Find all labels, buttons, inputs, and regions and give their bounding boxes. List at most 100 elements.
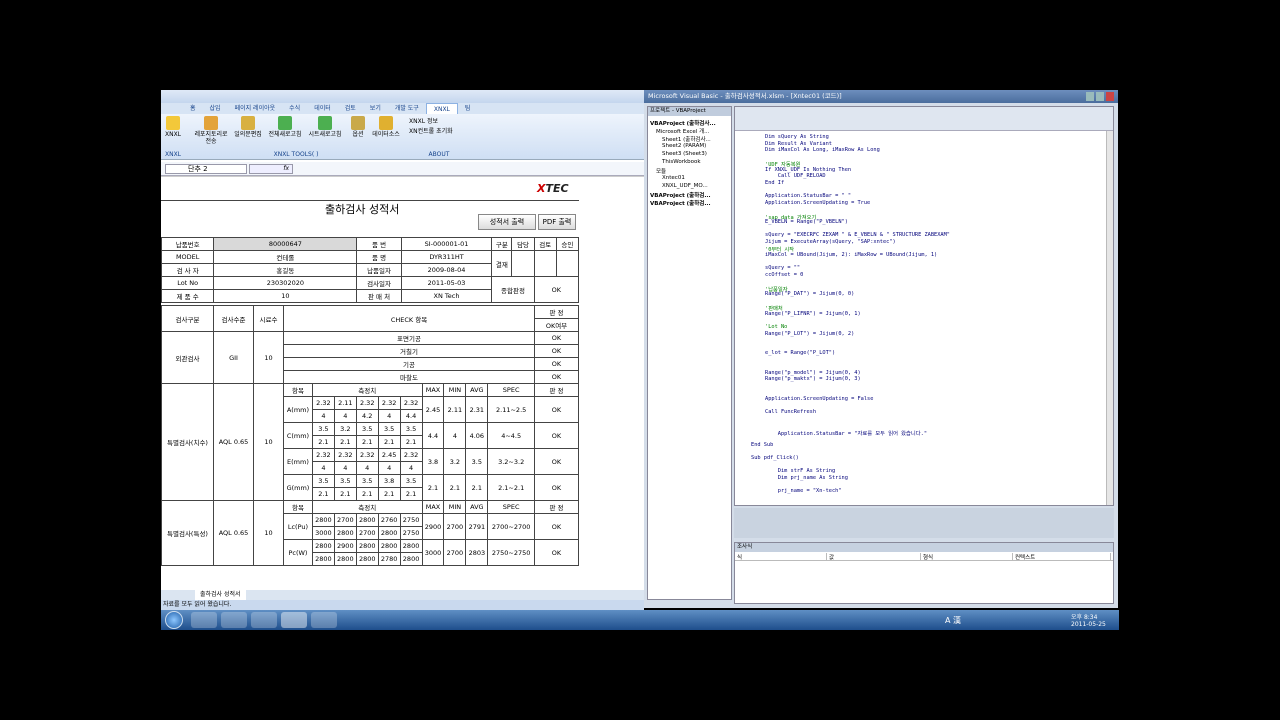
value: DYR311HT xyxy=(400,250,493,264)
result: OK xyxy=(534,370,579,384)
messenger-icon[interactable] xyxy=(191,612,217,628)
tab-page-layout[interactable]: 페이지 레이아웃 xyxy=(228,103,283,114)
close-icon[interactable] xyxy=(1106,92,1114,101)
label: 제 품 수 xyxy=(160,289,215,303)
name-box[interactable]: 단추 2 xyxy=(165,164,247,174)
tree-node[interactable]: Microsoft Excel 개... xyxy=(656,127,709,135)
tab-insert[interactable]: 삽입 xyxy=(203,103,228,114)
col-value[interactable]: 값 xyxy=(827,553,921,561)
ime-indicator[interactable]: A 漢 xyxy=(945,615,961,626)
tree-node[interactable]: 모듈 xyxy=(656,167,666,175)
label: 검사일자 xyxy=(356,276,402,290)
col-type[interactable]: 형식 xyxy=(921,553,1013,561)
tree-node[interactable]: Sheet2 (PARAM) xyxy=(662,143,706,149)
refresh-sheet-button[interactable]: 시트새로고침 xyxy=(305,116,345,138)
measure-value: 4 xyxy=(333,409,357,423)
stat-min: 2.1 xyxy=(443,474,467,501)
ribbon: XNXL 레포지토리로 전송 일의문편집 전체새로고침 시트새로고침 옵션 데이… xyxy=(161,114,644,160)
office-button[interactable] xyxy=(161,103,183,114)
section-name: 특별검사(치수) xyxy=(161,383,214,501)
scrollbar[interactable] xyxy=(1106,131,1113,505)
tab-team[interactable]: 팀 xyxy=(458,103,478,114)
section-sample: 10 xyxy=(253,383,284,501)
section-sample: 10 xyxy=(253,500,284,566)
options-icon xyxy=(351,116,365,130)
datasource-button[interactable]: 데이터소스 xyxy=(369,116,403,138)
code-line: Sub pdf_Click() xyxy=(751,454,799,461)
label: 구분 xyxy=(491,237,513,251)
code-line: ccOffset = 0 xyxy=(765,271,804,278)
xnxl-info-button[interactable]: XNXL 정보 xyxy=(409,118,469,125)
measure-value: 2.1 xyxy=(333,435,357,449)
label: CHECK 항목 xyxy=(283,305,535,332)
fx-icon[interactable]: fx xyxy=(249,164,293,174)
tree-node[interactable]: Sheet1 (출하검사... xyxy=(662,135,711,143)
code-line: Call FuncRefresh xyxy=(765,409,817,416)
ie-icon[interactable] xyxy=(221,612,247,628)
section-level: AQL 0.65 xyxy=(213,500,254,566)
tree-node[interactable]: Xntec01 xyxy=(662,175,685,181)
measure-value: 3.5 xyxy=(377,422,401,436)
col-max: MAX xyxy=(421,500,445,514)
repository-icon xyxy=(204,116,218,130)
tree-node[interactable]: XNXL_UDF_MO... xyxy=(662,183,708,189)
stat-max: 3.8 xyxy=(421,448,445,475)
tab-formulas[interactable]: 수식 xyxy=(282,103,307,114)
measure-value: 2.1 xyxy=(377,487,401,501)
start-button[interactable] xyxy=(165,611,183,629)
measure-value: 2800 xyxy=(399,552,423,566)
tab-review[interactable]: 검토 xyxy=(338,103,363,114)
options-button[interactable]: 옵션 xyxy=(349,116,367,138)
xnxl-button[interactable]: XNXL xyxy=(163,116,183,138)
tab-data[interactable]: 데이터 xyxy=(307,103,338,114)
label: 외관검사 xyxy=(161,331,214,384)
window-controls xyxy=(1086,92,1114,101)
measure-value: 3.5 xyxy=(399,474,423,488)
tree-node[interactable]: Sheet3 (Sheet3) xyxy=(662,151,707,157)
tab-developer[interactable]: 개발 도구 xyxy=(388,103,426,114)
inspection-table: 검사구분 검사수준 시료수 CHECK 항목 판 정 OK여부 외관검사 GII… xyxy=(161,305,579,566)
tree-node[interactable]: VBAProject (출하검... xyxy=(650,199,711,207)
col-measure: 측정치 xyxy=(311,383,423,397)
measure-value: 3.5 xyxy=(399,422,423,436)
report-title: 출하검사 성적서 xyxy=(325,203,400,216)
measure-value: 2800 xyxy=(377,539,401,553)
measure-value: 2760 xyxy=(377,513,401,527)
code-line: 'Lot No xyxy=(765,323,788,330)
edit-button[interactable]: 일의문편집 xyxy=(233,116,263,138)
stat-spec: 4~4.5 xyxy=(487,422,535,449)
send-repository-button[interactable]: 레포지토리로 전송 xyxy=(191,116,231,145)
refresh-all-button[interactable]: 전체새로고침 xyxy=(267,116,303,138)
report-header-table: 납품번호 80000647 품 번 SI-000001-01 구분 담당 검토 … xyxy=(160,237,580,303)
col-expr[interactable]: 식 xyxy=(735,553,827,561)
tab-home[interactable]: 홈 xyxy=(183,103,203,114)
item-name: C(mm) xyxy=(283,422,313,449)
check-item: 거칠기 xyxy=(283,344,535,358)
print-report-button[interactable]: 성적서 출력 xyxy=(478,214,536,230)
vba-app-icon[interactable] xyxy=(251,612,277,628)
pdf-print-button[interactable]: PDF 출력 xyxy=(538,214,576,230)
maximize-icon[interactable] xyxy=(1096,92,1104,101)
tree-node[interactable]: VBAProject (출하검... xyxy=(650,191,711,199)
code-line: Range("P_LIFNR") = Jijum(0, 1) xyxy=(765,310,861,317)
reset-button[interactable]: XN컨트롤 초기화 xyxy=(409,128,469,135)
sheet-tab[interactable]: 출하검사 성적서 xyxy=(195,590,246,600)
measure-value: 2.32 xyxy=(333,448,357,462)
tree-node[interactable]: ThisWorkbook xyxy=(662,159,701,165)
minimize-icon[interactable] xyxy=(1086,92,1094,101)
col-spec: SPEC xyxy=(487,383,535,397)
excel-app-icon[interactable] xyxy=(281,612,307,628)
measure-value: 4 xyxy=(333,461,357,475)
label: 판 정 xyxy=(534,305,579,319)
folder-icon[interactable] xyxy=(311,612,337,628)
code-line: Range("p_model") = Jijum(0, 4) xyxy=(765,369,861,376)
code-window[interactable]: Dim sQuery As String Dim Result As Varian… xyxy=(734,106,1114,506)
tab-view[interactable]: 보기 xyxy=(363,103,388,114)
col-pan: 판 정 xyxy=(534,500,579,514)
value: 80000647 xyxy=(213,237,358,251)
col-context[interactable]: 컨텍스트 xyxy=(1013,553,1111,561)
measure-value: 2800 xyxy=(333,552,357,566)
stat-res: OK xyxy=(534,422,579,449)
tab-xnxl[interactable]: XNXL xyxy=(425,103,458,114)
tree-node[interactable]: VBAProject (출하검사... xyxy=(650,119,716,127)
